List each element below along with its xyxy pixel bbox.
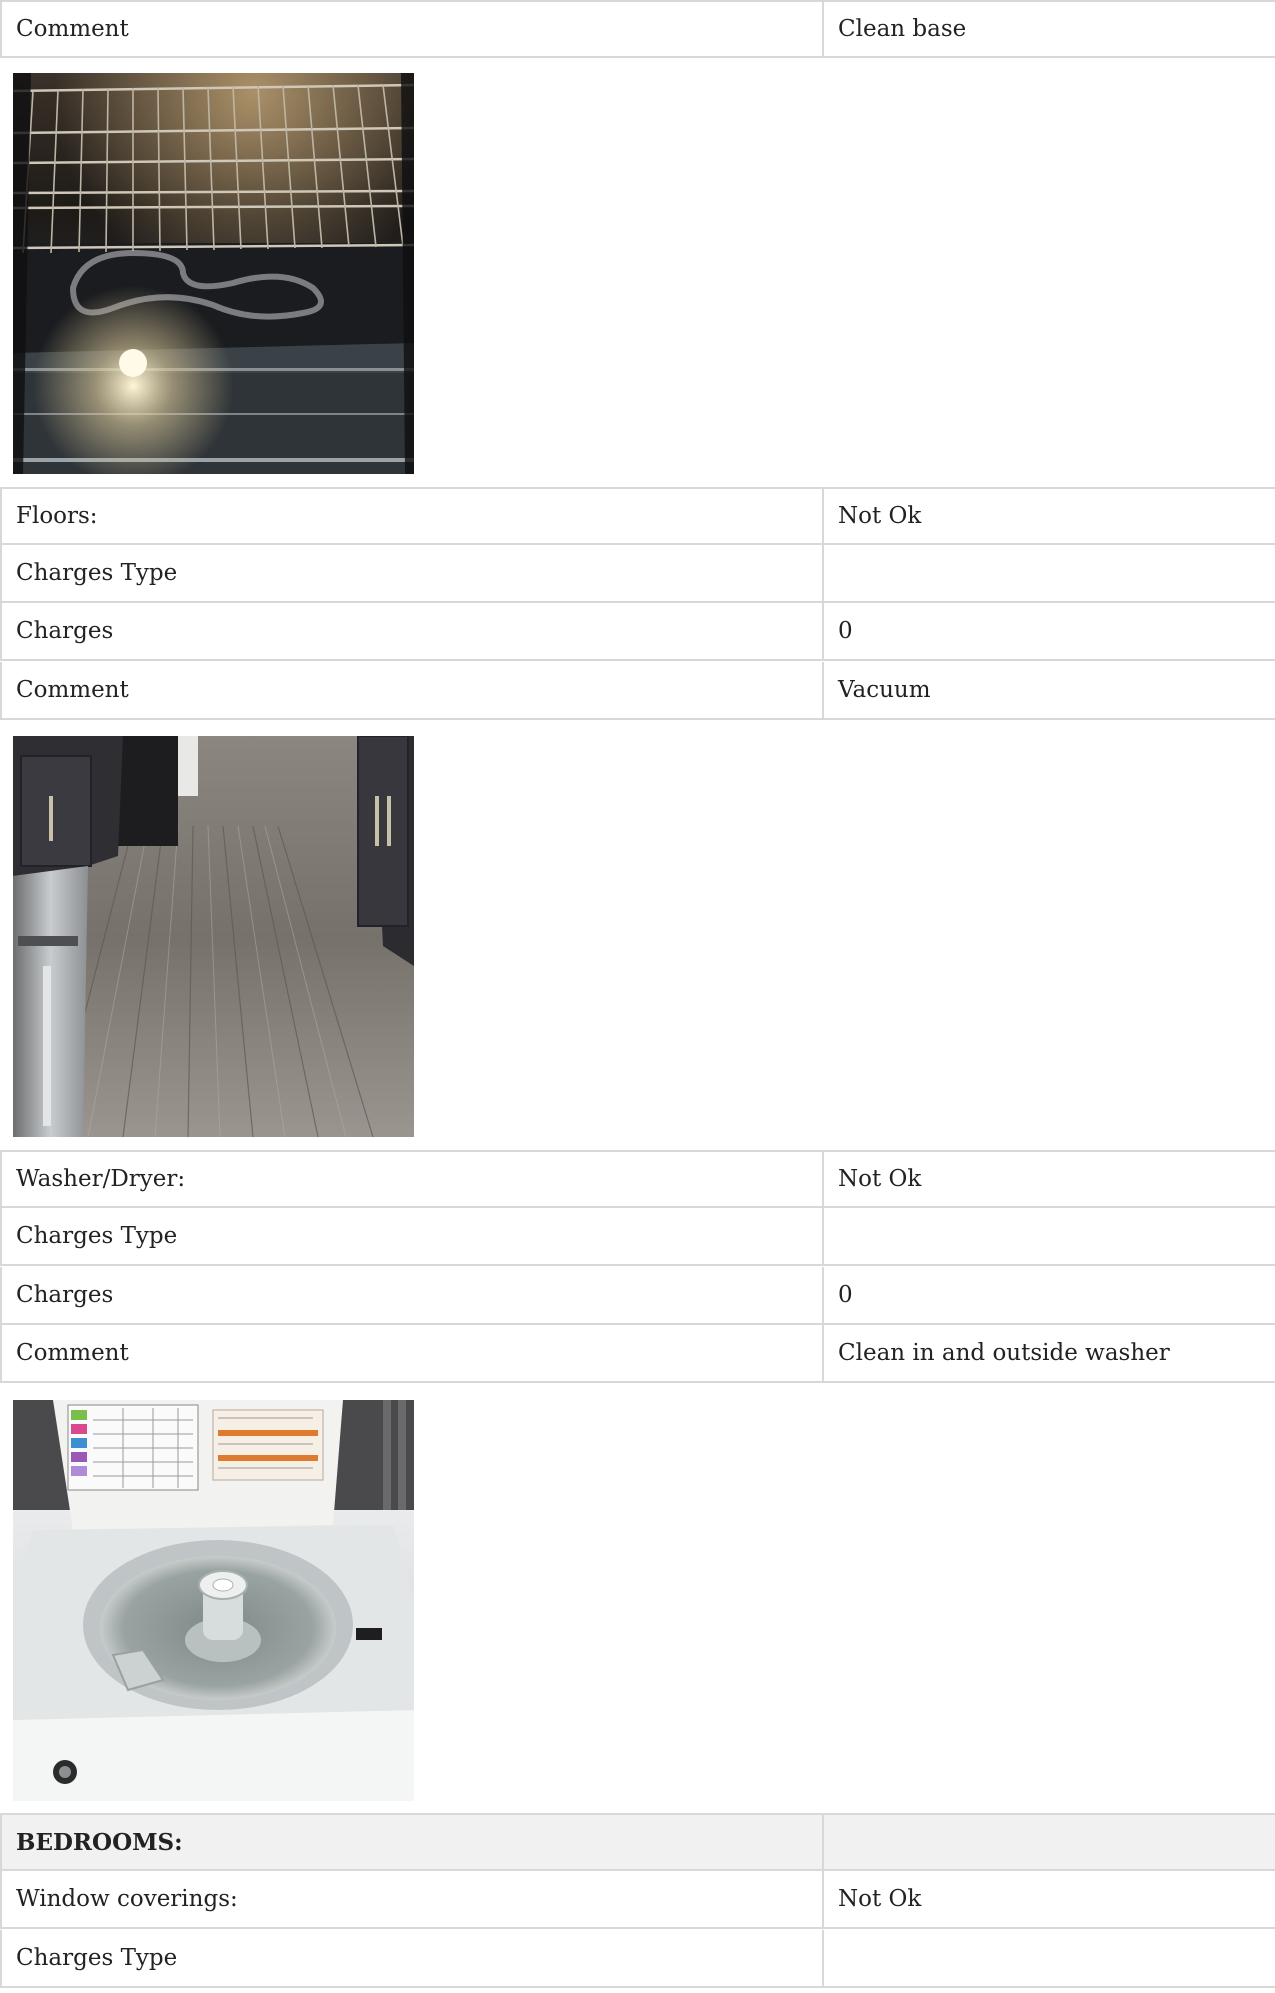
row-value: Vacuum: [838, 677, 931, 703]
table-row: Charges Type: [0, 545, 1275, 603]
table-row: Floors: Not Ok: [0, 487, 1275, 545]
row-label: Charges Type: [2, 545, 824, 601]
table-row: Charges Type: [0, 1208, 1275, 1266]
row-label: Charges: [2, 603, 824, 659]
row-value: [824, 1208, 1275, 1264]
table-row: Window coverings: Not Ok: [0, 1871, 1275, 1929]
table-row: Charges 0: [0, 1267, 1275, 1325]
row-label: Window coverings:: [2, 1871, 824, 1927]
section-header-row: BEDROOMS:: [0, 1813, 1275, 1871]
table-row: Comment Clean in and outside washer: [0, 1325, 1275, 1383]
washer-photo: [13, 1400, 414, 1801]
row-value: Clean in and outside washer: [838, 1340, 1170, 1366]
row-label: Floors:: [2, 489, 824, 543]
row-value: 0: [838, 618, 853, 644]
row-value: [824, 1930, 1275, 1986]
row-value: Not Ok: [838, 1886, 922, 1912]
row-label: Washer/Dryer:: [2, 1152, 824, 1206]
row-label: Charges Type: [2, 1208, 824, 1264]
row-value: Clean base: [838, 16, 967, 42]
row-label: Comment: [2, 1325, 824, 1381]
table-row: Washer/Dryer: Not Ok: [0, 1150, 1275, 1208]
row-value: Not Ok: [838, 1166, 922, 1192]
table-row: Charges 0: [0, 603, 1275, 661]
row-value: Not Ok: [838, 503, 922, 529]
section-title: BEDROOMS:: [2, 1815, 824, 1869]
row-value: 0: [838, 1282, 853, 1308]
table-row: Charges Type: [0, 1930, 1275, 1988]
oven-interior-photo: [13, 73, 414, 474]
row-value: [824, 545, 1275, 601]
row-value: [824, 1815, 1275, 1869]
row-label: Comment: [2, 662, 824, 718]
row-label: Comment: [2, 2, 824, 56]
row-label: Charges Type: [2, 1930, 824, 1986]
table-row: Comment Clean base: [0, 0, 1275, 58]
row-label: Charges: [2, 1267, 824, 1323]
kitchen-floor-photo: [13, 736, 414, 1137]
table-row: Comment Vacuum: [0, 662, 1275, 720]
